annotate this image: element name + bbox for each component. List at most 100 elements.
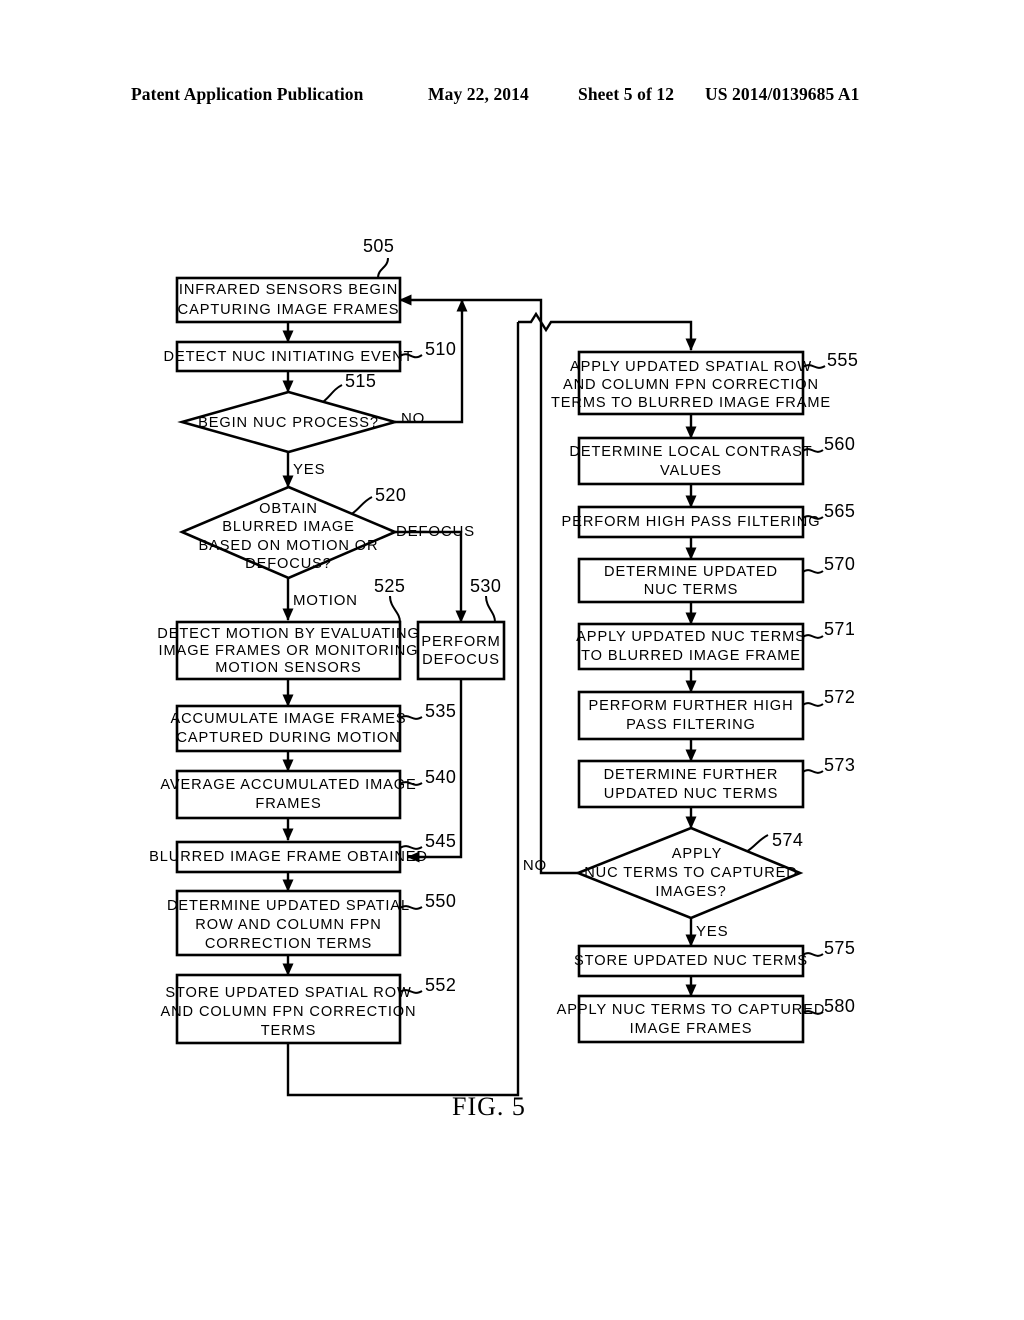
node-540[interactable]: AVERAGE ACCUMULATED IMAGE FRAMES <box>160 769 416 820</box>
node-515[interactable]: BEGIN NUC PROCESS? <box>177 390 400 454</box>
edge-label-574-no: NO <box>523 857 547 874</box>
ref-num-573: 573 <box>824 755 855 775</box>
node-552-line-0: STORE UPDATED SPATIAL ROW <box>165 985 411 1001</box>
node-530-line-1: DEFOCUS <box>422 652 500 668</box>
node-572-line-1: PASS FILTERING <box>626 717 756 733</box>
edge-552-to-555-top-run <box>518 311 697 351</box>
ref-num-570: 570 <box>824 554 855 574</box>
node-555-line-0: APPLY UPDATED SPATIAL ROW <box>570 359 812 375</box>
node-575-line-0: STORE UPDATED NUC TERMS <box>574 953 808 969</box>
ref-num-510: 510 <box>425 339 456 359</box>
node-565-line-0: PERFORM HIGH PASS FILTERING <box>562 514 821 530</box>
node-560[interactable]: DETERMINE LOCAL CONTRAST VALUES <box>569 436 812 486</box>
node-505-line-1: CAPTURING IMAGE FRAMES <box>178 302 400 318</box>
node-505[interactable]: INFRARED SENSORS BEGIN CAPTURING IMAGE F… <box>175 276 402 324</box>
node-535[interactable]: ACCUMULATE IMAGE FRAMES CAPTURED DURING … <box>170 704 406 753</box>
ref-num-571: 571 <box>824 619 855 639</box>
node-580[interactable]: APPLY NUC TERMS TO CAPTURED IMAGE FRAMES <box>557 994 826 1044</box>
node-552-line-2: TERMS <box>261 1023 317 1039</box>
node-571-line-0: APPLY UPDATED NUC TERMS <box>576 629 806 645</box>
node-520-line-0: OBTAIN <box>259 501 318 517</box>
figure-caption: FIG. 5 <box>452 1092 526 1121</box>
node-535-line-1: CAPTURED DURING MOTION <box>176 730 400 746</box>
node-550-line-2: CORRECTION TERMS <box>205 936 372 952</box>
node-575[interactable]: STORE UPDATED NUC TERMS <box>574 944 808 978</box>
node-574-line-2: IMAGES? <box>655 884 726 900</box>
node-574-line-1: NUC TERMS TO CAPTURED <box>584 865 798 881</box>
node-565[interactable]: PERFORM HIGH PASS FILTERING <box>562 505 821 539</box>
ref-num-572: 572 <box>824 687 855 707</box>
node-560-line-0: DETERMINE LOCAL CONTRAST <box>569 444 812 460</box>
leader-525 <box>389 595 401 623</box>
node-525[interactable]: DETECT MOTION BY EVALUATING IMAGE FRAMES… <box>157 620 419 681</box>
node-510[interactable]: DETECT NUC INITIATING EVENT <box>164 340 414 373</box>
node-573-line-1: UPDATED NUC TERMS <box>604 786 779 802</box>
ref-num-575: 575 <box>824 938 855 958</box>
edge-label-520-motion: MOTION <box>293 592 358 609</box>
flowchart-diagram: INFRARED SENSORS BEGIN CAPTURING IMAGE F… <box>149 236 858 1097</box>
ref-num-550: 550 <box>425 891 456 911</box>
ref-num-574: 574 <box>772 830 803 850</box>
node-574[interactable]: APPLY NUC TERMS TO CAPTURED IMAGES? <box>574 826 804 920</box>
ref-num-520: 520 <box>375 485 406 505</box>
node-555[interactable]: APPLY UPDATED SPATIAL ROW AND COLUMN FPN… <box>551 350 831 416</box>
node-573-line-0: DETERMINE FURTHER <box>604 767 779 783</box>
ref-num-505: 505 <box>363 236 394 256</box>
node-555-line-2: TERMS TO BLURRED IMAGE FRAME <box>551 395 831 411</box>
node-570-line-0: DETERMINE UPDATED <box>604 564 778 580</box>
node-525-line-1: IMAGE FRAMES OR MONITORING <box>159 643 419 659</box>
ref-num-545: 545 <box>425 831 456 851</box>
node-535-line-0: ACCUMULATE IMAGE FRAMES <box>170 711 406 727</box>
ref-num-525: 525 <box>374 576 405 596</box>
ref-num-552: 552 <box>425 975 456 995</box>
node-540-line-0: AVERAGE ACCUMULATED IMAGE <box>160 777 416 793</box>
node-570[interactable]: DETERMINE UPDATED NUC TERMS <box>577 557 805 604</box>
node-571-line-1: TO BLURRED IMAGE FRAME <box>581 648 801 664</box>
edge-label-520-defocus: DEFOCUS <box>396 523 475 540</box>
node-572[interactable]: PERFORM FURTHER HIGH PASS FILTERING <box>577 690 805 741</box>
node-545[interactable]: BLURRED IMAGE FRAME OBTAINED <box>149 840 428 874</box>
node-560-line-1: VALUES <box>660 463 722 479</box>
node-530-line-0: PERFORM <box>421 634 500 650</box>
node-571[interactable]: APPLY UPDATED NUC TERMS TO BLURRED IMAGE… <box>576 622 806 671</box>
node-550[interactable]: DETERMINE UPDATED SPATIAL ROW AND COLUMN… <box>167 889 410 957</box>
leader-574 <box>745 834 769 853</box>
node-545-line-0: BLURRED IMAGE FRAME OBTAINED <box>149 849 428 865</box>
node-525-line-0: DETECT MOTION BY EVALUATING <box>157 626 419 642</box>
node-570-line-1: NUC TERMS <box>644 582 739 598</box>
ref-num-565: 565 <box>824 501 855 521</box>
node-552[interactable]: STORE UPDATED SPATIAL ROW AND COLUMN FPN… <box>160 973 416 1045</box>
node-505-line-0: INFRARED SENSORS BEGIN <box>179 282 398 298</box>
node-530[interactable]: PERFORM DEFOCUS <box>416 620 506 681</box>
ref-num-580: 580 <box>824 996 855 1016</box>
node-510-line-0: DETECT NUC INITIATING EVENT <box>164 349 414 365</box>
node-555-line-1: AND COLUMN FPN CORRECTION <box>563 377 819 393</box>
ref-num-540: 540 <box>425 767 456 787</box>
ref-num-560: 560 <box>824 434 855 454</box>
figure-5: INFRARED SENSORS BEGIN CAPTURING IMAGE F… <box>0 0 1024 1320</box>
leader-570 <box>802 569 824 574</box>
node-550-line-0: DETERMINE UPDATED SPATIAL <box>167 898 410 914</box>
node-520-line-2: BASED ON MOTION OR <box>199 538 379 554</box>
node-550-line-1: ROW AND COLUMN FPN <box>195 917 381 933</box>
node-525-line-2: MOTION SENSORS <box>215 660 361 676</box>
edge-label-574-yes: YES <box>696 923 728 940</box>
leader-571 <box>802 634 824 639</box>
node-520-line-1: BLURRED IMAGE <box>222 519 355 535</box>
edge-label-515-yes: YES <box>293 461 325 478</box>
ref-num-535: 535 <box>425 701 456 721</box>
node-552-line-1: AND COLUMN FPN CORRECTION <box>160 1004 416 1020</box>
node-520[interactable]: OBTAIN BLURRED IMAGE BASED ON MOTION OR … <box>178 485 399 580</box>
ref-num-530: 530 <box>470 576 501 596</box>
node-574-line-0: APPLY <box>672 846 722 862</box>
node-573[interactable]: DETERMINE FURTHER UPDATED NUC TERMS <box>577 759 805 809</box>
node-540-line-1: FRAMES <box>255 796 321 812</box>
ref-num-555: 555 <box>827 350 858 370</box>
leader-505 <box>377 257 389 279</box>
node-572-line-0: PERFORM FURTHER HIGH <box>588 698 793 714</box>
patent-page: Patent Application Publication May 22, 2… <box>0 0 1024 1320</box>
node-580-line-0: APPLY NUC TERMS TO CAPTURED <box>557 1002 826 1018</box>
node-580-line-1: IMAGE FRAMES <box>630 1021 753 1037</box>
ref-num-515: 515 <box>345 371 376 391</box>
leader-573 <box>802 769 824 774</box>
